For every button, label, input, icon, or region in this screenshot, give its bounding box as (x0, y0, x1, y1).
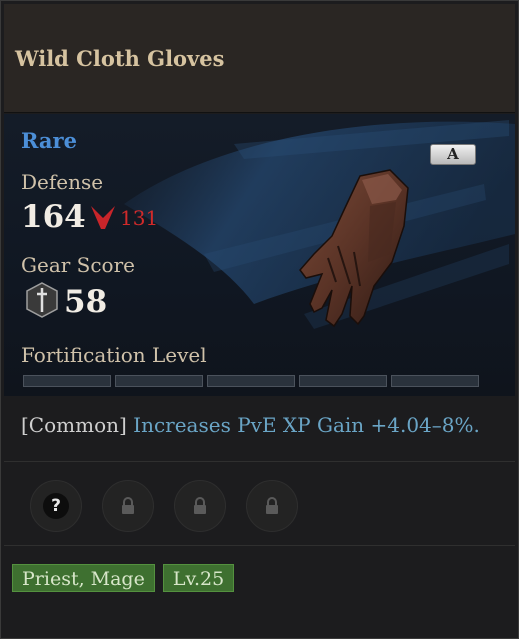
defense-compare-value: 131 (120, 206, 159, 230)
defense-value: 164 (21, 199, 86, 235)
stat-decrease-icon (91, 206, 115, 229)
lock-icon (122, 497, 134, 514)
defense-label: Defense (21, 170, 104, 194)
gear-score-value: 58 (64, 284, 108, 320)
gear-score-icon (26, 282, 58, 318)
effect-section: [Common] Increases PvE XP Gain +4.04–8%. (4, 399, 515, 462)
rarity-label: Rare (21, 128, 77, 153)
effect-description: Increases PvE XP Gain +4.04–8%. (133, 413, 480, 437)
lock-icon (194, 497, 206, 514)
fortification-segment (207, 375, 295, 387)
fortification-segment (115, 375, 203, 387)
tooltip-header: Wild Cloth Gloves (4, 4, 515, 113)
effect-tag: [Common] (21, 413, 127, 437)
gear-score-label: Gear Score (21, 253, 135, 277)
requirements-section: Priest, Mage Lv.25 (12, 564, 235, 592)
socket-slot-4[interactable] (246, 480, 298, 532)
fortification-label: Fortification Level (21, 343, 207, 367)
item-name: Wild Cloth Gloves (15, 46, 225, 71)
fortification-segment (299, 375, 387, 387)
class-requirement-tag: Priest, Mage (12, 564, 155, 592)
effect-line: [Common] Increases PvE XP Gain +4.04–8%. (21, 413, 480, 437)
fortification-segment (23, 375, 111, 387)
fortification-bar (23, 375, 479, 387)
socket-slot-3[interactable] (174, 480, 226, 532)
lock-icon (266, 497, 278, 514)
level-requirement-tag: Lv.25 (162, 564, 235, 592)
socket-slot-1[interactable]: ? (30, 480, 82, 532)
item-tooltip: Wild Cloth Gloves Rare A Defense 164 131… (0, 0, 519, 639)
sockets-section: ? (4, 463, 515, 546)
fortification-segment (391, 375, 479, 387)
grade-badge: A (430, 144, 476, 165)
socket-slot-2[interactable] (102, 480, 154, 532)
glove-item-icon (299, 169, 409, 328)
stats-panel: Rare A Defense 164 131 Gear Score 58 For… (4, 114, 515, 396)
question-icon: ? (43, 493, 69, 519)
